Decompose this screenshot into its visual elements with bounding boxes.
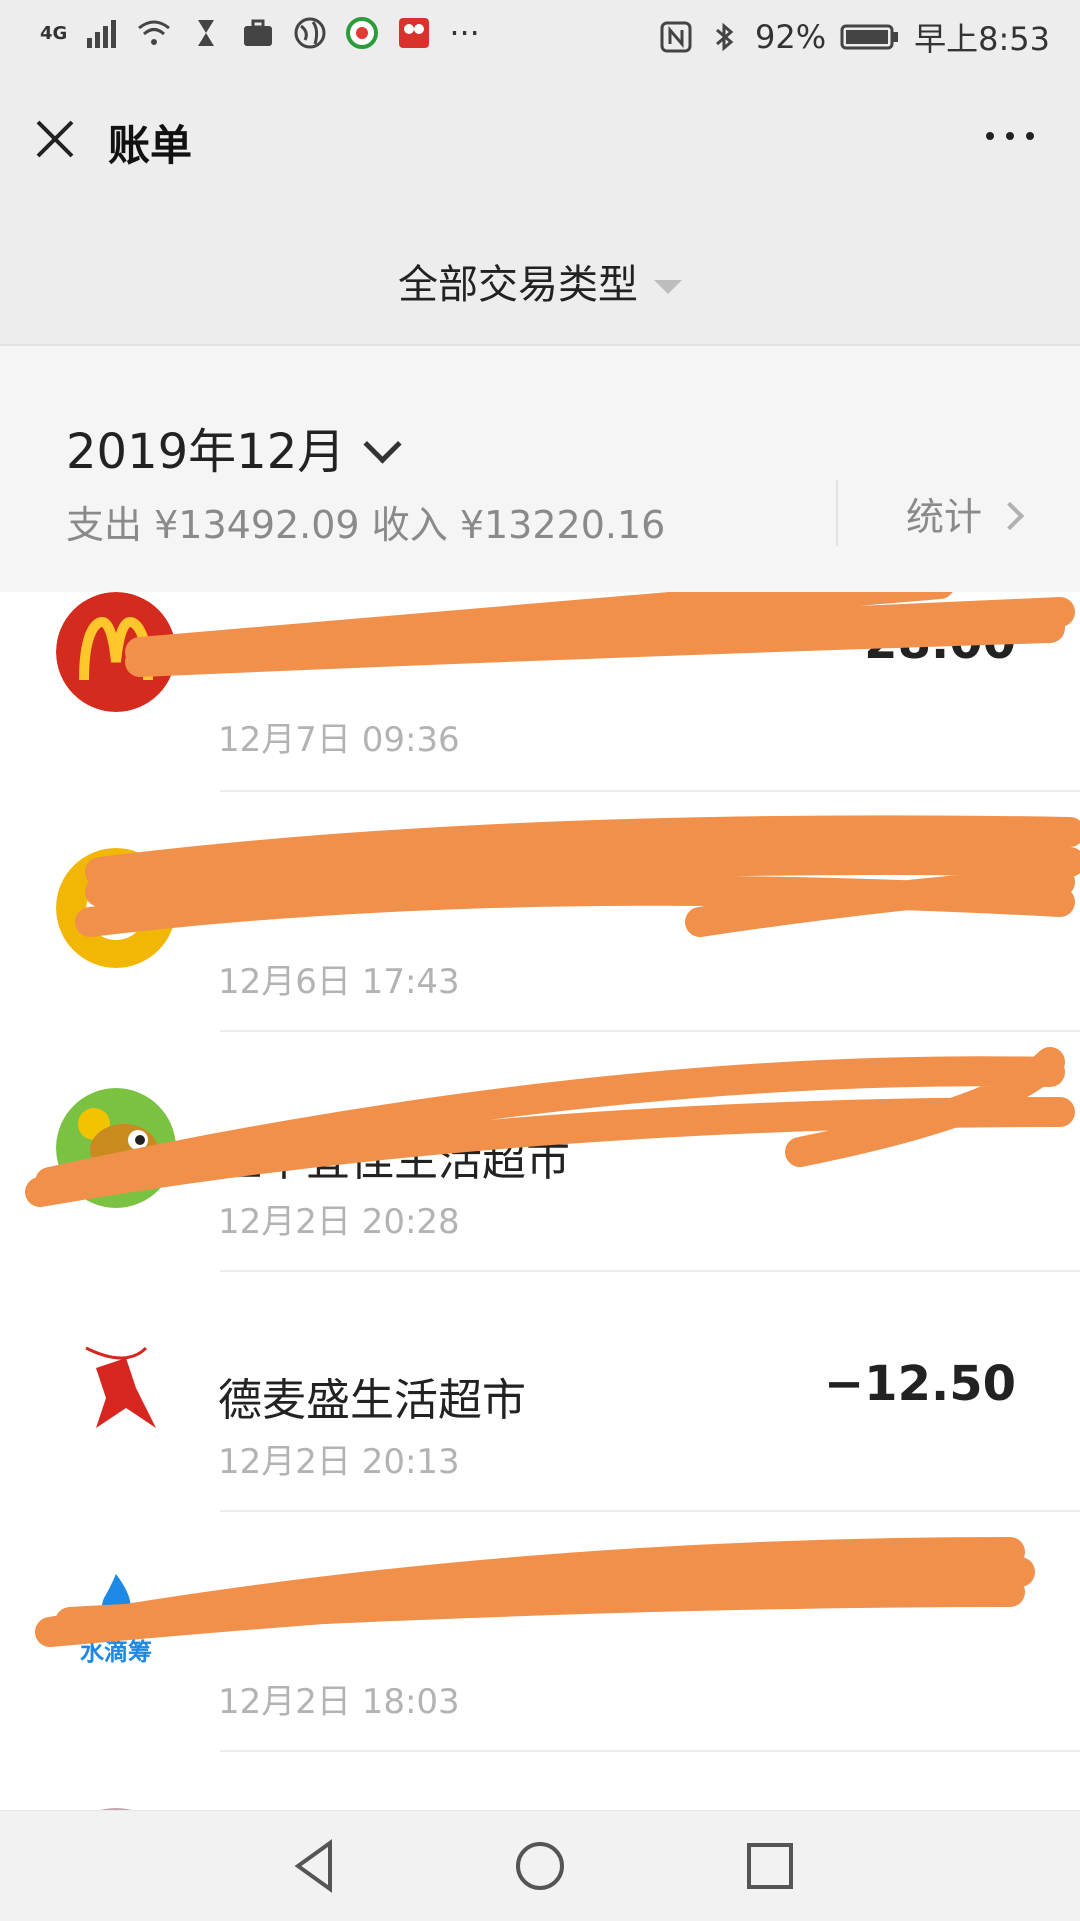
logo-caption: 水滴筹 [80, 1638, 152, 1666]
divider [836, 480, 838, 546]
app-icon [346, 17, 379, 49]
battery-icon [840, 24, 899, 50]
page-title: 账单 [108, 121, 193, 170]
transaction-time: 12月2日 18:03 [218, 1682, 460, 1722]
nfc-icon [660, 21, 692, 53]
network-type: 4G [40, 22, 68, 44]
transaction-list[interactable]: 12月7日 09:36 28.00 12月6日 17:43 汇丰宜佳生活超市 1… [0, 592, 1080, 1810]
dropdown-arrow-icon [654, 280, 682, 294]
filter-label: 全部交易类型 [398, 262, 638, 308]
header-bar: 账单 [0, 76, 1080, 204]
transaction-time: 12月6日 17:43 [218, 962, 460, 1002]
month-summary: 2019年12月 支出 ¥13492.09 收入 ¥13220.16 统计 [0, 346, 1080, 592]
recents-icon[interactable] [735, 1831, 805, 1901]
water-drop-icon [102, 1574, 131, 1620]
clock: 早上8:53 [914, 20, 1050, 58]
income-amount: ¥13220.16 [459, 503, 666, 547]
status-bar: 4G ··· 92% 早上8:53 [0, 0, 1080, 76]
transaction-row[interactable] [0, 1752, 1080, 1810]
transaction-time: 12月2日 20:13 [218, 1442, 460, 1482]
hourglass-icon [198, 20, 215, 46]
transaction-row[interactable]: 德麦盛生活超市 12月2日 20:13 −12.50 [0, 1272, 1080, 1512]
system-nav-bar [0, 1810, 1080, 1921]
expense-amount: ¥13492.09 [154, 503, 360, 547]
close-icon[interactable] [30, 114, 80, 164]
back-icon[interactable] [280, 1831, 350, 1901]
transaction-row[interactable]: 12月6日 17:43 [0, 792, 1080, 1032]
transaction-row[interactable]: 12月7日 09:36 28.00 [0, 592, 1080, 792]
merchant-name: 德麦盛生活超市 [218, 1375, 526, 1426]
home-icon[interactable] [505, 1831, 575, 1901]
more-notifications: ··· [449, 14, 480, 52]
frog-coin-logo-icon [56, 1088, 176, 1208]
battery-percent: 92% [755, 18, 827, 56]
month-label: 2019年12月 [66, 424, 346, 480]
archer-logo-icon [85, 1346, 156, 1428]
transaction-amount: 28.00 [864, 614, 1016, 670]
yellow-coin-bag-logo-icon [56, 848, 176, 968]
transaction-time: 12月7日 09:36 [218, 720, 460, 760]
bluetooth-icon [716, 22, 734, 52]
transaction-amount: −12.50 [823, 1356, 1016, 1412]
summary-totals: 支出 ¥13492.09 收入 ¥13220.16 [66, 494, 665, 549]
globe-icon [294, 17, 326, 49]
month-selector[interactable]: 2019年12月 [66, 412, 402, 482]
expense-label: 支出 [66, 503, 143, 547]
chevron-down-icon [363, 425, 402, 464]
briefcase-icon [244, 19, 273, 46]
shuidichou-logo: 水滴筹 [56, 1568, 176, 1688]
transaction-type-filter[interactable]: 全部交易类型 [0, 204, 1080, 346]
more-options-icon[interactable] [980, 116, 1040, 156]
merchant-name: 汇丰宜佳生活超市 [218, 1135, 570, 1186]
chevron-right-icon [995, 501, 1025, 531]
red-app-icon [399, 18, 430, 48]
mcdonalds-logo-icon [56, 592, 176, 712]
transaction-row[interactable]: 水滴筹 12月2日 18:03 [0, 1512, 1080, 1752]
signal-icon [87, 20, 117, 48]
wifi-icon [138, 20, 171, 45]
income-label: 收入 [371, 503, 448, 547]
statistics-button[interactable]: 统计 [906, 486, 1025, 541]
transaction-time: 12月2日 20:28 [218, 1202, 460, 1242]
statistics-label: 统计 [906, 495, 983, 539]
transaction-row[interactable]: 汇丰宜佳生活超市 12月2日 20:28 [0, 1032, 1080, 1272]
